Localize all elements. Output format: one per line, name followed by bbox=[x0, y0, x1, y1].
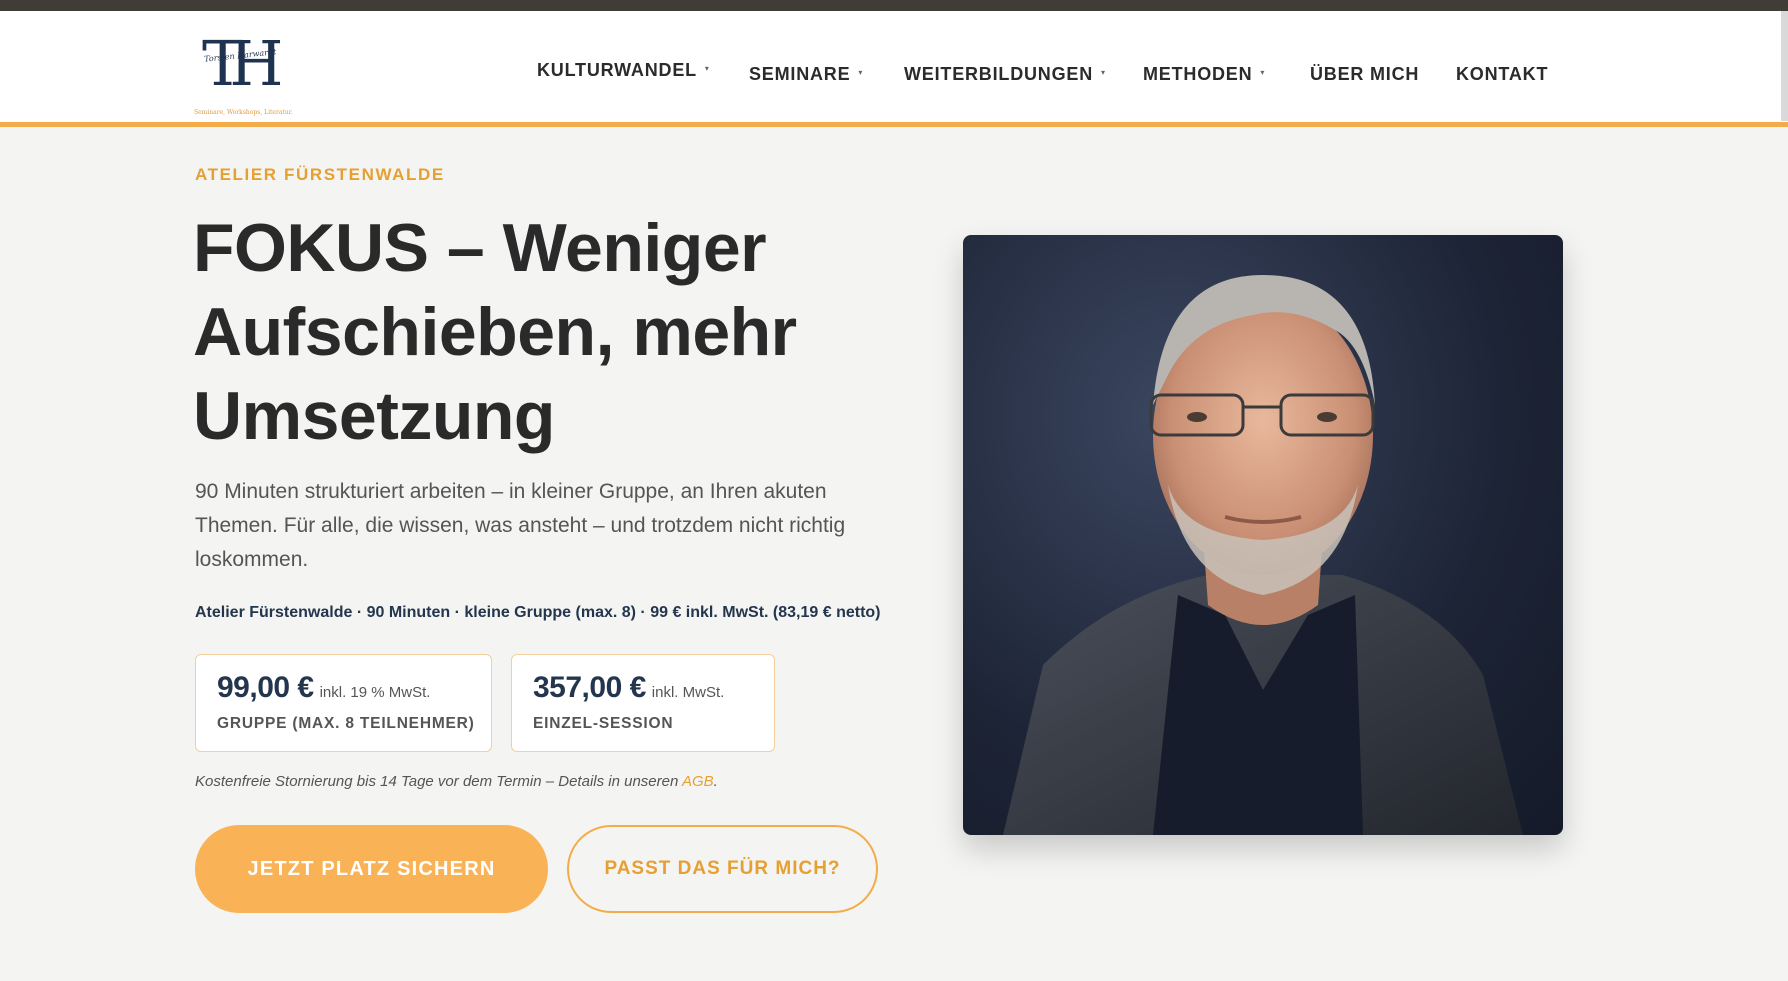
chevron-down-icon: ▾ bbox=[1101, 67, 1106, 77]
site-header: TH Torsten Harwardt Seminare, Workshops,… bbox=[0, 11, 1788, 127]
nav-label: SEMINARE bbox=[749, 64, 851, 84]
nav-item-ueber-mich[interactable]: ÜBER MICH bbox=[1310, 64, 1419, 85]
chevron-down-icon: ▾ bbox=[858, 67, 864, 77]
portrait-photo bbox=[963, 235, 1563, 835]
nav-label: METHODEN bbox=[1143, 64, 1253, 84]
logo-tagline: Seminare, Workshops, Literatur. bbox=[194, 109, 293, 116]
nav-item-weiterbildungen[interactable]: WEITERBILDUNGEN ▾ bbox=[904, 64, 1106, 85]
price-amount: 99,00 € bbox=[217, 671, 314, 704]
nav-item-kontakt[interactable]: KONTAKT bbox=[1456, 64, 1548, 85]
logo-letters: TH bbox=[202, 27, 284, 100]
nav-label: KULTURWANDEL bbox=[537, 60, 697, 80]
nav-item-methoden[interactable]: METHODEN ▾ bbox=[1143, 64, 1265, 85]
cancellation-note: Kostenfreie Stornierung bis 14 Tage vor … bbox=[195, 773, 718, 790]
price-amount: 357,00 € bbox=[533, 671, 646, 704]
site-logo[interactable]: TH Torsten Harwardt Seminare, Workshops,… bbox=[194, 25, 293, 121]
chevron-down-icon: ▾ bbox=[1260, 67, 1266, 77]
portrait-illustration bbox=[1003, 275, 1523, 835]
price-card-single: 357,00 € inkl. MwSt. EINZEL-SESSION bbox=[511, 654, 775, 752]
price-vat: inkl. 19 % MwSt. bbox=[319, 684, 431, 701]
price-card-group: 99,00 € inkl. 19 % MwSt. GRUPPE (MAX. 8 T… bbox=[195, 654, 492, 752]
price-amount-wrap: 357,00 € inkl. MwSt. bbox=[533, 671, 724, 705]
eyebrow-location: ATELIER FÜRSTENWALDE bbox=[195, 165, 445, 184]
note-end: . bbox=[713, 773, 718, 790]
price-label: GRUPPE (MAX. 8 TEILNEHMER) bbox=[217, 715, 475, 732]
event-facts: Atelier Fürstenwalde · 90 Minuten · klei… bbox=[195, 604, 881, 621]
browser-top-strip bbox=[0, 0, 1788, 11]
page-title: FOKUS – Weniger Aufschieben, mehr Umsetz… bbox=[193, 210, 797, 454]
hero-lead-text: 90 Minuten strukturiert arbeiten – in kl… bbox=[195, 480, 846, 571]
chevron-down-icon: ▾ bbox=[704, 63, 710, 73]
agb-link[interactable]: AGB bbox=[682, 773, 714, 790]
price-vat: inkl. MwSt. bbox=[651, 684, 725, 701]
nav-item-kulturwandel[interactable]: KULTURWANDEL ▾ bbox=[537, 60, 710, 81]
is-it-for-me-button[interactable]: PASST DAS FÜR MICH? bbox=[567, 825, 878, 913]
nav-item-seminare[interactable]: SEMINARE ▾ bbox=[749, 64, 863, 85]
page-scrollbar[interactable] bbox=[1781, 11, 1788, 121]
price-amount-wrap: 99,00 € inkl. 19 % MwSt. bbox=[217, 671, 430, 705]
note-text: Kostenfreie Stornierung bis 14 Tage vor … bbox=[195, 773, 682, 790]
book-now-button[interactable]: JETZT PLATZ SICHERN bbox=[195, 825, 548, 913]
price-label: EINZEL-SESSION bbox=[533, 715, 674, 732]
nav-label: WEITERBILDUNGEN bbox=[904, 64, 1093, 84]
